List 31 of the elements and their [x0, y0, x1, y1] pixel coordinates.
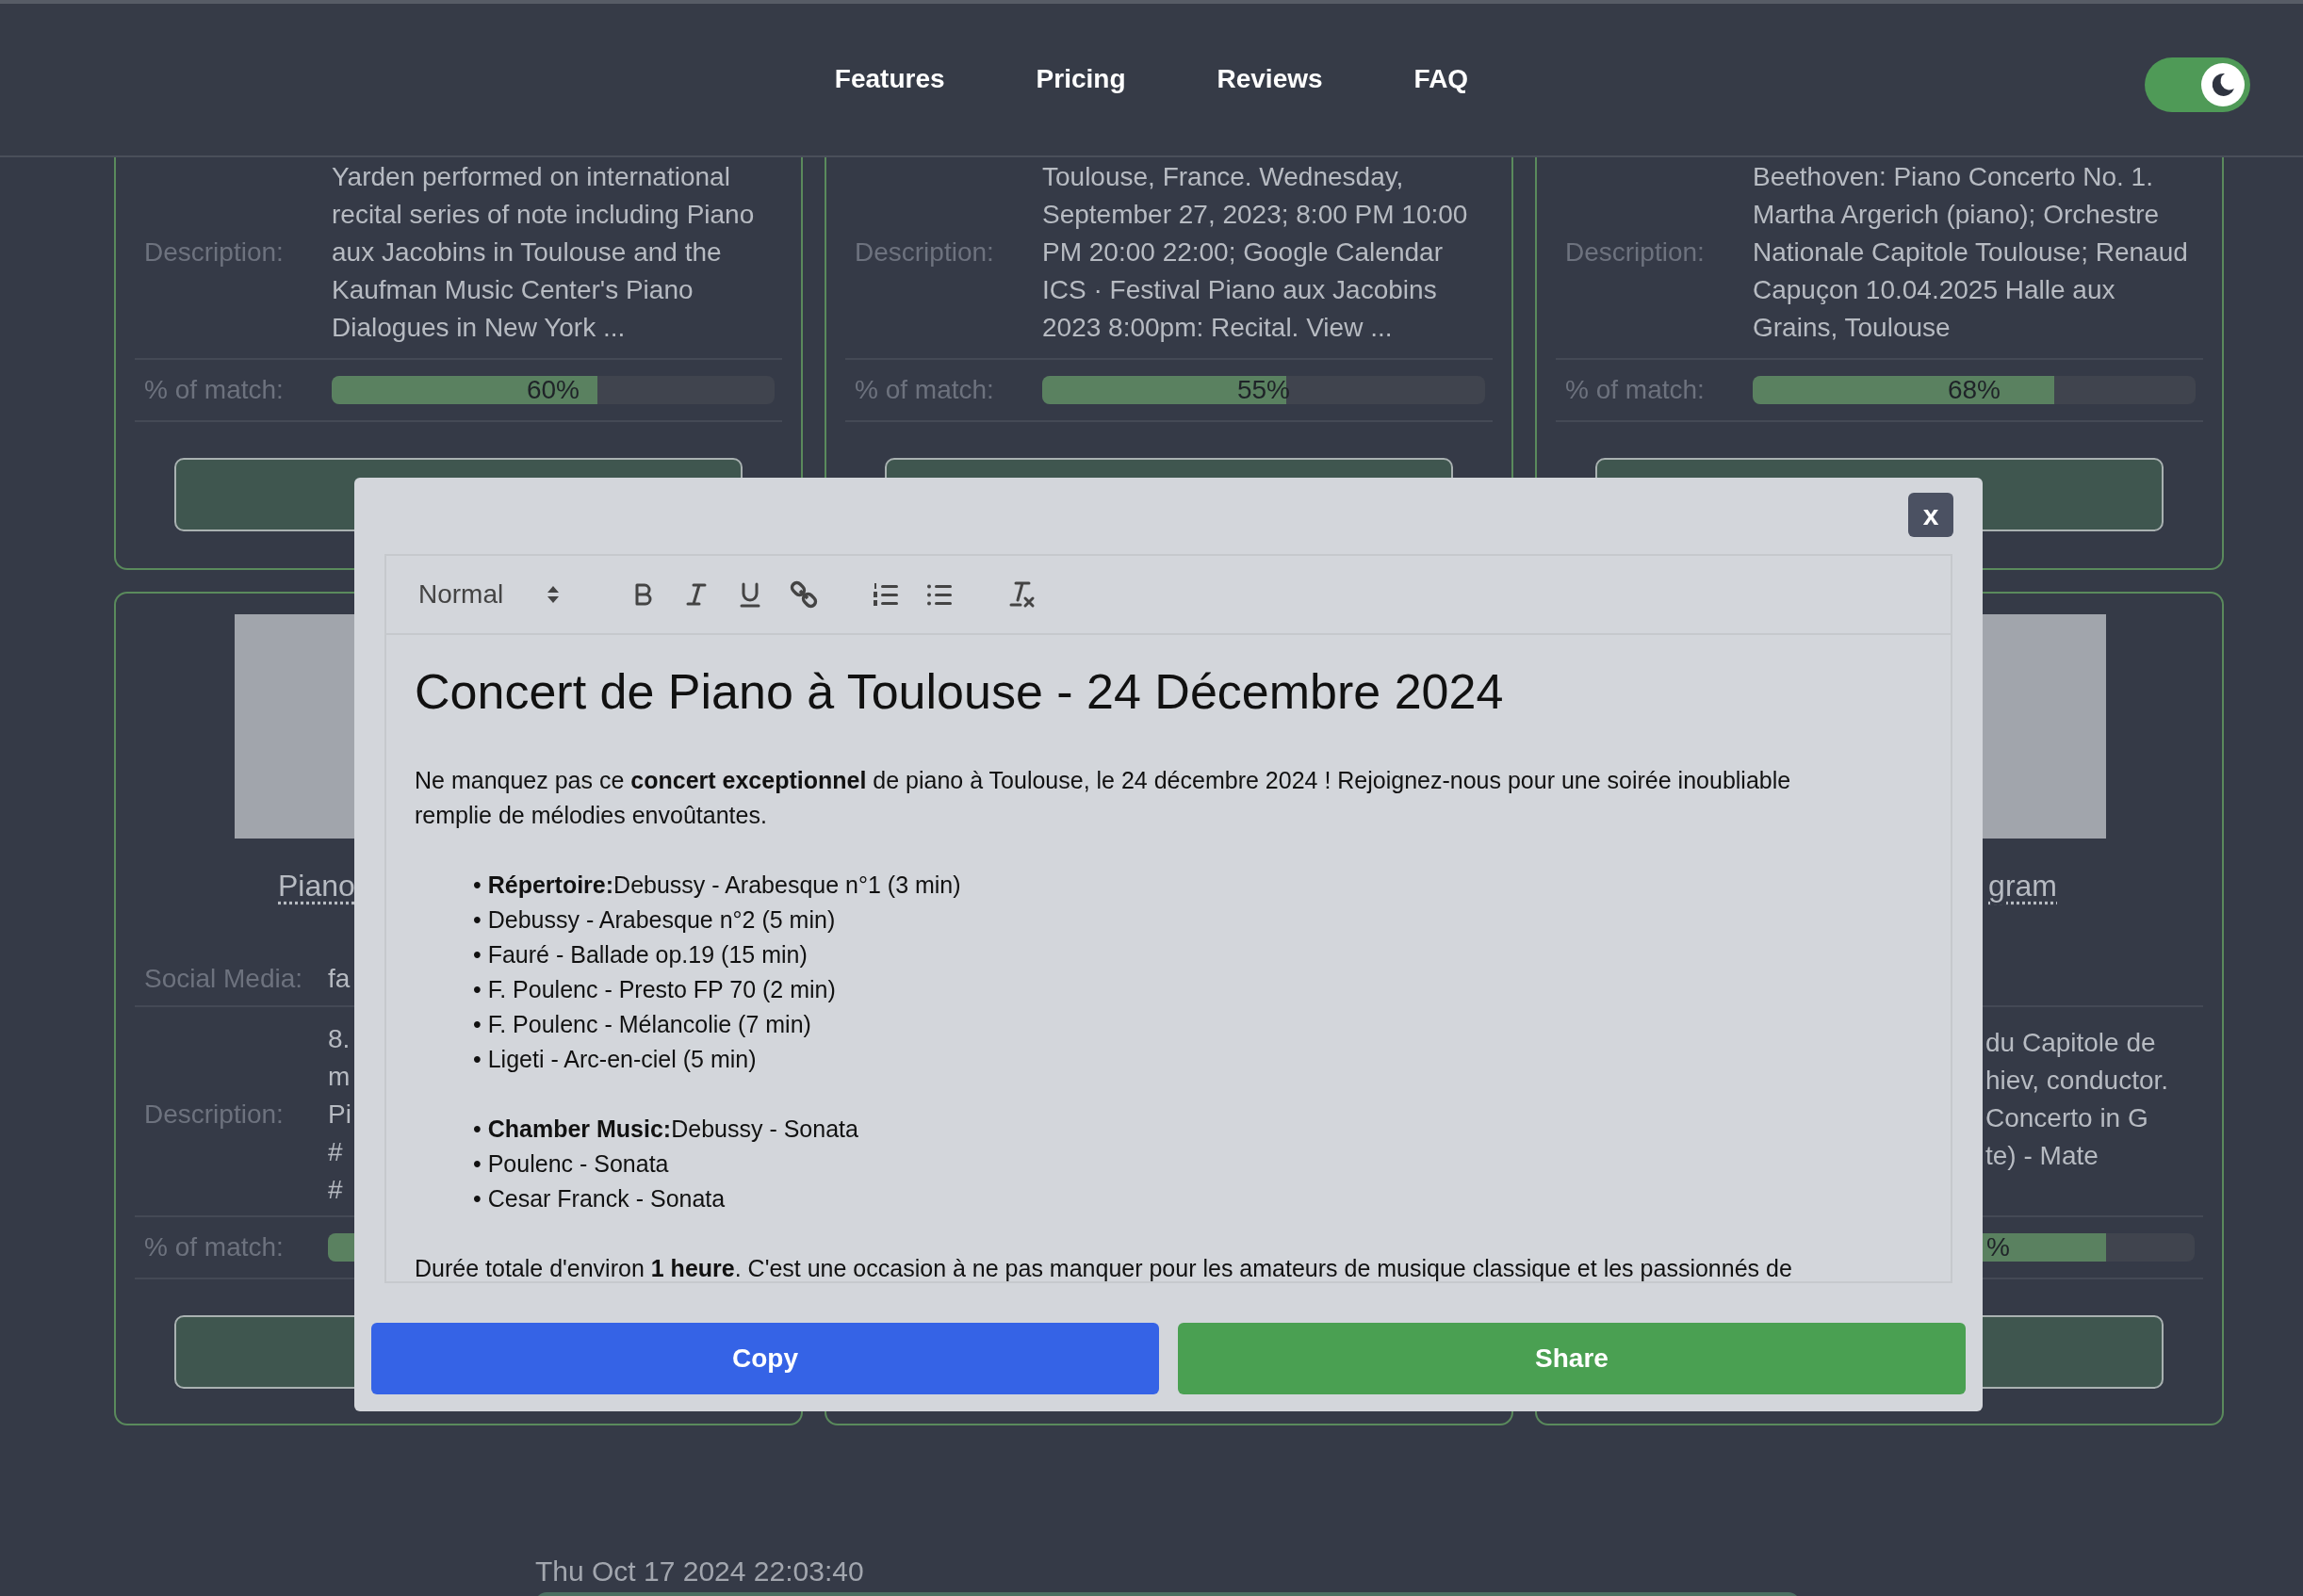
match-percent: 60% — [525, 376, 580, 404]
social-text: fa — [328, 962, 351, 995]
list-item: • Cesar Franck - Sonata — [473, 1184, 727, 1213]
match-percent: % — [1986, 1233, 2010, 1262]
field-label: % of match: — [855, 375, 995, 405]
document-heading: Concert de Piano à Toulouse - 24 Décembre 2024 — [415, 663, 1505, 720]
list-item: • Fauré - Ballade op.19 (15 min) — [473, 940, 808, 969]
field-label: % of match: — [1565, 375, 1706, 405]
field-label: Description: — [1565, 237, 1706, 268]
timestamp: Thu Oct 17 2024 22:03:40 — [535, 1555, 865, 1588]
description-text: du Capitole de hiev, conductor. Concerto in G te) - Mate — [1985, 1027, 2170, 1172]
field-label: Social Media: — [144, 963, 304, 994]
field-label: % of match: — [144, 375, 285, 405]
description-text: Toulouse, France. Wednesday, September 27, 2023; 8:00 PM 10:00 PM 20:00 22:00; Google Calendar ICS · Festival Piano aux Jacobins 2023 8:00pm: Recital. View ... — [1042, 161, 1469, 344]
description-text: Beethoven: Piano Concerto No. 1. Martha Argerich (piano); Orchestre Nationale Capitole Toulouse; Renaud Capuçon 10.04.2025 Halle aux Grains, Toulouse — [1753, 161, 2189, 344]
list-item: • Poulenc - Sonata — [473, 1149, 670, 1179]
field-label: Description: — [144, 1099, 285, 1130]
field-label: Description: — [144, 237, 285, 268]
list-item: • Chamber Music:Debussy - Sonata — [473, 1115, 859, 1144]
field-label: % of match: — [144, 1232, 285, 1262]
list-item: • Debussy - Arabesque n°2 (5 min) — [473, 905, 837, 935]
list-item: • F. Poulenc - Mélancolie (7 min) — [473, 1010, 812, 1039]
description-text: 8. m Pi # # — [328, 1022, 351, 1206]
list-item: • Répertoire:Debussy - Arabesque n°1 (3 min) — [473, 871, 962, 900]
paragraph: Ne manquez pas ce concert exceptionnel de piano à Toulouse, le 24 décembre 2024 ! Rejoignez-nous pour une soirée inoubliable remplie de mélodies envoûtantes. — [415, 766, 1792, 830]
field-label: Description: — [855, 237, 995, 268]
list-item: • F. Poulenc - Presto FP 70 (2 min) — [473, 975, 837, 1004]
paragraph: Durée totale d'environ 1 heure. C'est une occasion à ne pas manquer pour les amateurs de musique classique et les passionnés de — [415, 1254, 1793, 1281]
list-item: • Ligeti - Arc-en-ciel (5 min) — [473, 1045, 758, 1074]
description-text: Yarden performed on international recital series of note including Piano aux Jacobins in Toulouse and the Kaufman Music Center's Piano Dialogues in New York ... — [332, 161, 756, 344]
match-percent: 68% — [1946, 376, 2001, 404]
